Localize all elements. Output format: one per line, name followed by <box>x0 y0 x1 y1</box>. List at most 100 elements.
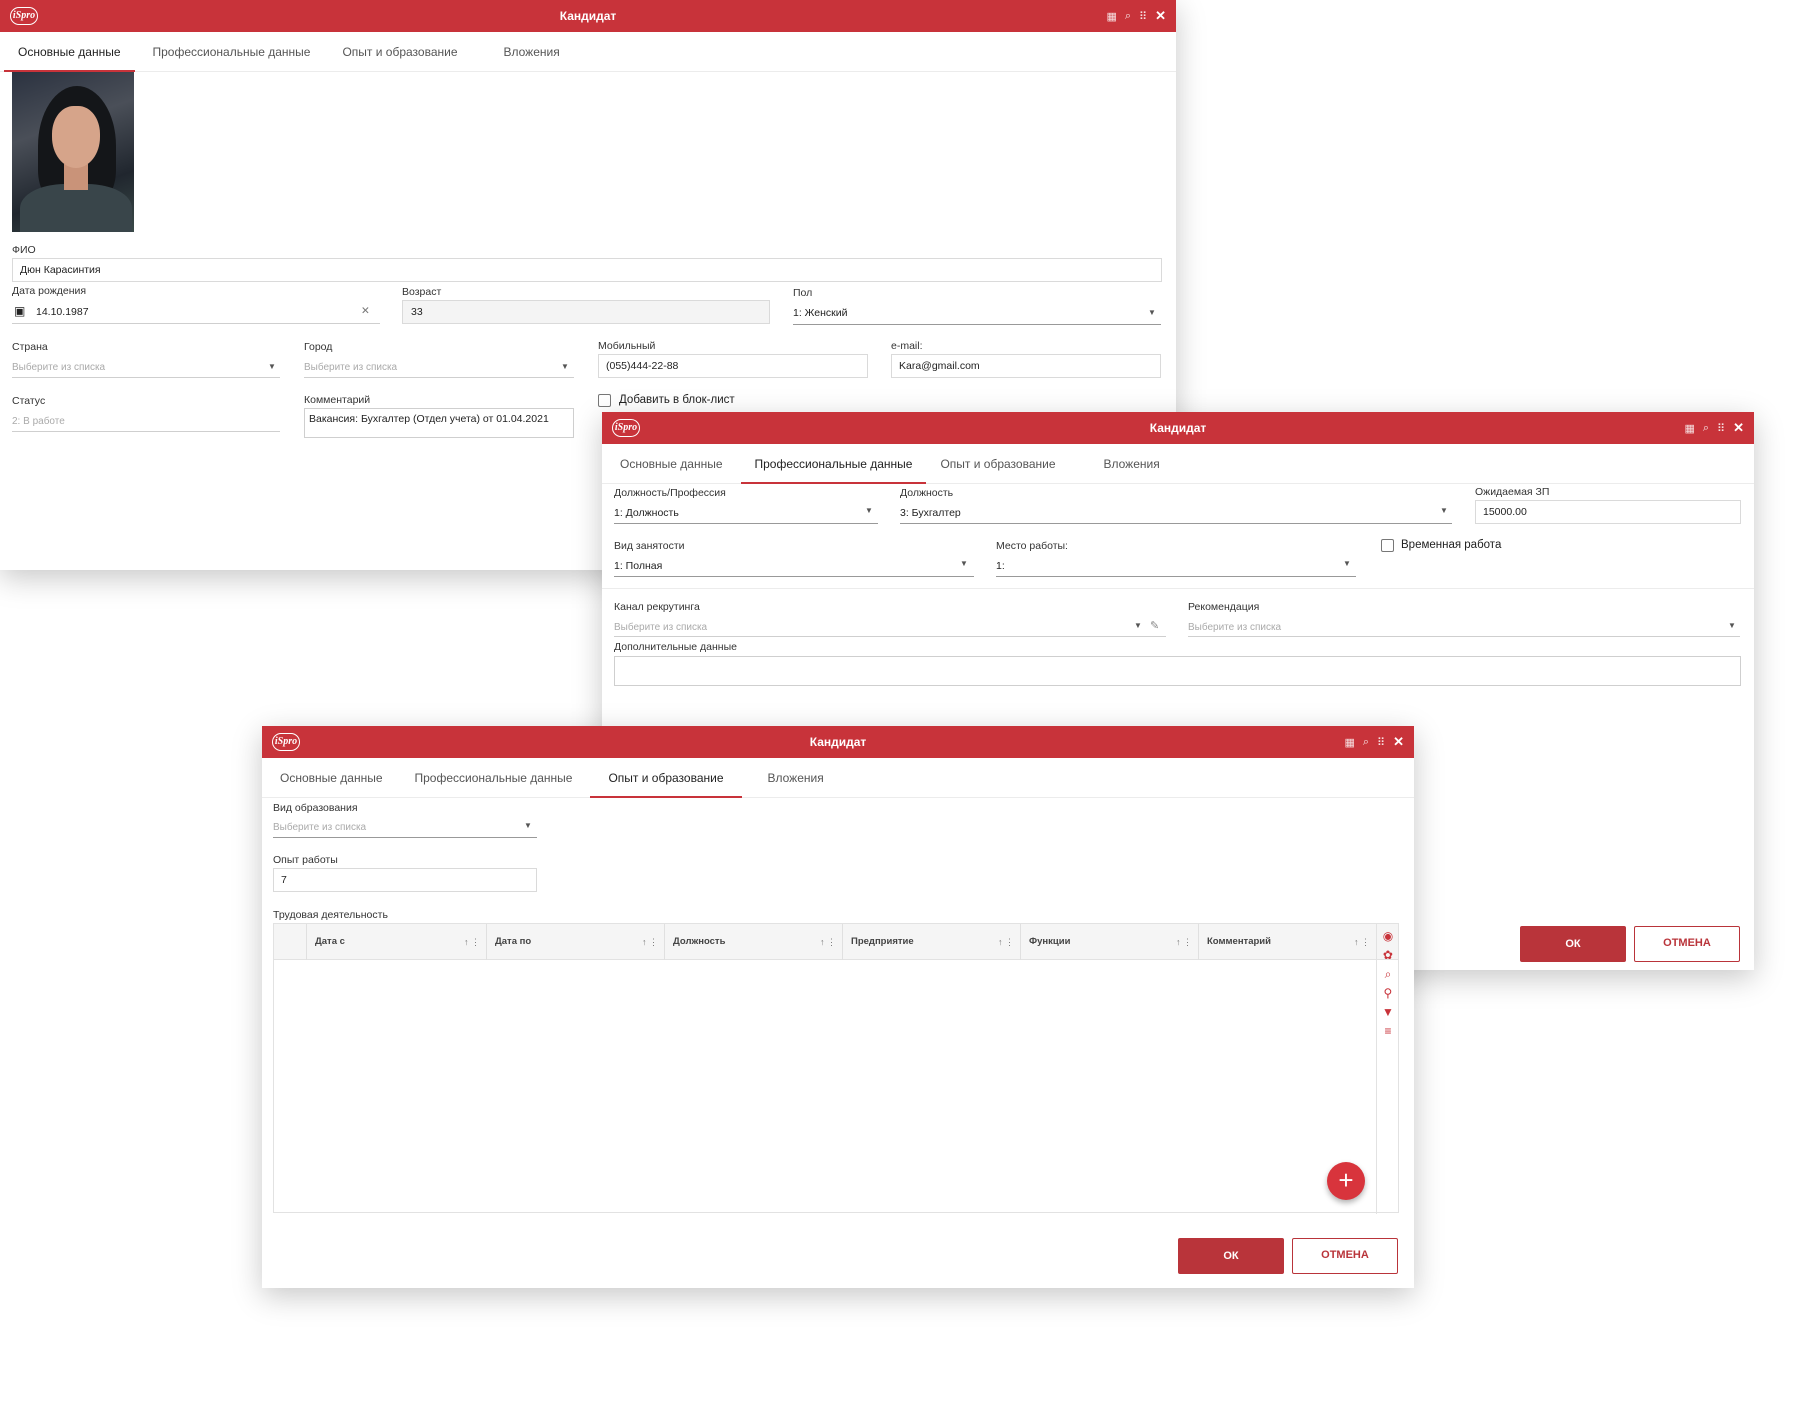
grid-icon[interactable]: ▦ <box>1344 736 1354 749</box>
workplace-label: Место работы: <box>996 540 1068 552</box>
chevron-down-icon[interactable]: ▼ <box>1343 559 1351 568</box>
blocklist-checkbox[interactable] <box>598 394 611 407</box>
logo: iSpro <box>272 733 300 751</box>
tab-professional[interactable]: Профессиональные данные <box>401 758 587 797</box>
palette-icon[interactable]: ✿ <box>1383 949 1393 962</box>
chevron-down-icon[interactable]: ▼ <box>1148 308 1156 317</box>
chevron-down-icon[interactable]: ▼ <box>865 506 873 515</box>
sort-icon[interactable]: ↑ ⋮ <box>464 924 480 960</box>
search-icon[interactable]: ⌕ <box>1385 968 1392 981</box>
sort-icon[interactable]: ↑ ⋮ <box>820 924 836 960</box>
tab-experience[interactable]: Опыт и образование <box>590 758 742 798</box>
tab-attachments[interactable]: Вложения <box>490 32 574 71</box>
chevron-down-icon[interactable]: ▼ <box>1134 621 1142 630</box>
grid-toolbar-divider <box>1376 924 1377 1214</box>
employment-underline <box>614 576 974 577</box>
tab-experience[interactable]: Опыт и образование <box>926 444 1069 483</box>
grid-icon[interactable]: ▦ <box>1106 10 1116 23</box>
window-title: Кандидат <box>809 735 867 749</box>
close-icon[interactable]: ✕ <box>1155 8 1166 24</box>
gender-select[interactable]: 1: Женский <box>793 307 847 319</box>
profession-select[interactable]: 1: Должность <box>614 507 679 519</box>
comment-field[interactable]: Вакансия: Бухгалтер (Отдел учета) от 01.… <box>304 408 574 438</box>
education-select[interactable]: Выберите из списка <box>273 822 366 833</box>
cancel-button[interactable]: ОТМЕНА <box>1292 1238 1398 1274</box>
titlebar: iSpro Кандидат ▦ ⌕ ⠿ ✕ <box>262 726 1414 758</box>
close-icon[interactable]: ✕ <box>1393 734 1404 750</box>
sort-icon[interactable]: ↑ ⋮ <box>1176 924 1192 960</box>
column-header[interactable]: Комментарий ↑ ⋮ <box>1198 924 1376 960</box>
country-underline <box>12 377 280 378</box>
chevron-down-icon[interactable]: ▼ <box>561 362 569 371</box>
salary-label: Ожидаемая ЗП <box>1475 486 1550 498</box>
chevron-down-icon[interactable]: ▼ <box>524 821 532 830</box>
employment-select[interactable]: 1: Полная <box>614 560 662 572</box>
close-icon[interactable]: ✕ <box>1733 420 1744 436</box>
search-icon[interactable]: ⌕ <box>1125 10 1131 23</box>
workplace-select[interactable]: 1: <box>996 560 1005 572</box>
search-icon[interactable]: ⌕ <box>1363 736 1369 749</box>
sort-icon[interactable]: ≡ <box>1384 1025 1391 1038</box>
column-header[interactable]: Дата с ↑ ⋮ <box>306 924 486 960</box>
eye-icon[interactable]: ◉ <box>1383 930 1393 943</box>
pin-icon[interactable]: ⚲ <box>1384 987 1393 1000</box>
ok-button[interactable]: ОК <box>1520 926 1626 962</box>
sort-icon[interactable]: ↑ ⋮ <box>642 924 658 960</box>
workplace-underline <box>996 576 1356 577</box>
city-select[interactable]: Выберите из списка <box>304 362 397 373</box>
tab-basic[interactable]: Основные данные <box>266 758 397 797</box>
more-icon[interactable]: ⠿ <box>1717 422 1725 435</box>
comment-label: Комментарий <box>304 394 371 406</box>
more-icon[interactable]: ⠿ <box>1139 10 1147 23</box>
search-icon[interactable]: ⌕ <box>1703 422 1709 435</box>
recommendation-select[interactable]: Выберите из списка <box>1188 622 1281 633</box>
column-header[interactable]: Дата по ↑ ⋮ <box>486 924 664 960</box>
age-label: Возраст <box>402 286 442 298</box>
profession-underline <box>614 523 878 524</box>
cancel-button[interactable]: ОТМЕНА <box>1634 926 1740 962</box>
temporary-checkbox[interactable] <box>1381 539 1394 552</box>
edit-icon[interactable]: ✎ <box>1150 619 1159 632</box>
column-header-label: Функции <box>1029 936 1071 947</box>
birth-value[interactable]: 14.10.1987 <box>36 306 89 318</box>
chevron-down-icon[interactable]: ▼ <box>1440 506 1448 515</box>
chevron-down-icon[interactable]: ▼ <box>1728 621 1736 630</box>
grid-icon[interactable]: ▦ <box>1684 422 1694 435</box>
tab-basic[interactable]: Основные данные <box>4 32 135 72</box>
more-icon[interactable]: ⠿ <box>1377 736 1385 749</box>
column-header-label: Дата по <box>495 936 532 947</box>
tab-bar: Основные данные Профессиональные данные … <box>0 32 1176 72</box>
column-header[interactable]: Функции ↑ ⋮ <box>1020 924 1198 960</box>
tab-basic[interactable]: Основные данные <box>606 444 737 483</box>
extra-field[interactable] <box>614 656 1741 686</box>
grid-toolbar: ◉ ✿ ⌕ ⚲ ▼ ≡ <box>1382 930 1394 1038</box>
status-value: 2: В работе <box>12 416 65 427</box>
fio-field[interactable] <box>12 258 1162 282</box>
column-header[interactable]: Предприятие ↑ ⋮ <box>842 924 1020 960</box>
candidate-photo[interactable] <box>12 72 134 232</box>
ok-button[interactable]: ОК <box>1178 1238 1284 1274</box>
status-underline <box>12 431 280 432</box>
experience-field[interactable] <box>273 868 537 892</box>
add-icon[interactable]: + <box>1327 1162 1365 1200</box>
country-select[interactable]: Выберите из списка <box>12 362 105 373</box>
tab-professional[interactable]: Профессиональные данные <box>740 444 927 484</box>
channel-select[interactable]: Выберите из списка <box>614 622 707 633</box>
column-header[interactable]: Должность ↑ ⋮ <box>664 924 842 960</box>
filter-icon[interactable]: ▼ <box>1382 1006 1394 1019</box>
blocklist-label: Добавить в блок-лист <box>619 394 735 406</box>
photo-face <box>52 106 100 168</box>
sort-icon[interactable]: ↑ ⋮ <box>1354 924 1370 960</box>
position-select[interactable]: 3: Бухгалтер <box>900 507 961 519</box>
tab-attachments[interactable]: Вложения <box>754 758 838 797</box>
tab-professional[interactable]: Профессиональные данные <box>139 32 325 71</box>
tab-experience[interactable]: Опыт и образование <box>328 32 471 71</box>
chevron-down-icon[interactable]: ▼ <box>268 362 276 371</box>
window-title: Кандидат <box>559 9 617 23</box>
calendar-icon[interactable]: ▣ <box>14 304 25 318</box>
sort-icon[interactable]: ↑ ⋮ <box>998 924 1014 960</box>
photo-coat <box>20 184 132 232</box>
clear-date-icon[interactable]: ✕ <box>361 305 370 317</box>
tab-attachments[interactable]: Вложения <box>1090 444 1174 483</box>
chevron-down-icon[interactable]: ▼ <box>960 559 968 568</box>
